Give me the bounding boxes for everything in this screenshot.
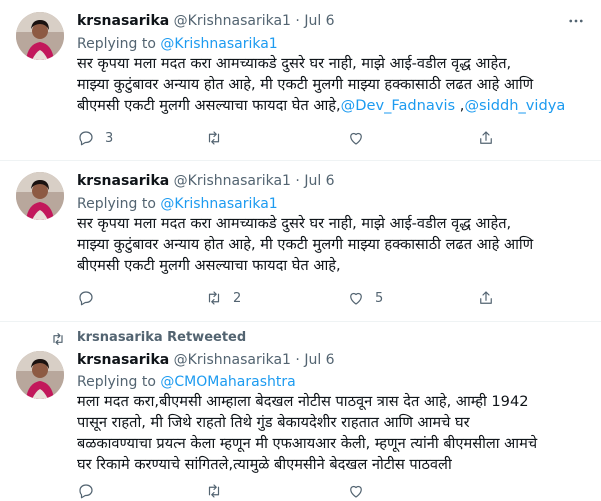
reply-button[interactable]: 3 bbox=[77, 128, 113, 148]
like-icon bbox=[350, 485, 362, 498]
tweet-date[interactable]: Jul 6 bbox=[304, 352, 334, 368]
replying-mention[interactable]: @CMOMaharashtra bbox=[160, 374, 295, 390]
tweet-text-line: घर रिकामे करण्याचे सांगितले,त्यामुळे बीए… bbox=[77, 456, 452, 473]
author-handle[interactable]: @Krishnasarika1 bbox=[174, 173, 291, 189]
tweet-date[interactable]: Jul 6 bbox=[304, 173, 334, 189]
retweet-count: 2 bbox=[233, 290, 242, 306]
replying-label: Replying to bbox=[77, 374, 156, 390]
reply-icon bbox=[79, 131, 93, 146]
author-handle[interactable]: @Krishnasarika1 bbox=[174, 352, 291, 368]
like-button[interactable]: 5 bbox=[347, 288, 383, 308]
tweet-actions: 3 bbox=[77, 128, 497, 148]
date-separator: · bbox=[295, 173, 300, 189]
retweeted-by[interactable]: krsnasarika Retweeted bbox=[77, 330, 246, 346]
like-count: 5 bbox=[375, 290, 384, 306]
tweet-text: मला मदत करा,बीएमसी आम्हाला बेदखल नोटीस प… bbox=[77, 391, 592, 475]
like-button[interactable] bbox=[347, 481, 365, 501]
reply-count: 3 bbox=[105, 130, 114, 146]
share-icon bbox=[480, 131, 492, 144]
mention-link[interactable]: @siddh_vidya bbox=[464, 97, 565, 114]
reply-button[interactable] bbox=[77, 288, 105, 308]
avatar[interactable] bbox=[16, 351, 64, 399]
tweet-text-line: मला मदत करा,बीएमसी आम्हाला बेदखल नोटीस प… bbox=[77, 393, 529, 410]
date-separator: · bbox=[295, 352, 300, 368]
tweet-text: सर कृपया मला मदत करा आमच्याकडे दुसरे घर … bbox=[77, 213, 592, 276]
like-button[interactable] bbox=[347, 128, 375, 148]
tweet-text-line: सर कृपया मला मदत करा आमच्याकडे दुसरे घर … bbox=[77, 215, 512, 232]
tweet-text-line: बळकावण्याचा प्रयत्न केला म्हणून मी एफआयआ… bbox=[77, 435, 538, 452]
tweet-date[interactable]: Jul 6 bbox=[304, 13, 334, 29]
retweet-icon bbox=[208, 291, 220, 305]
replying-mention[interactable]: @Krishnasarika1 bbox=[160, 36, 277, 52]
replying-label: Replying to bbox=[77, 196, 156, 212]
tweet-text-line: माझ्या कुटुंबावर अन्याय होत आहे, मी एकटी… bbox=[77, 76, 534, 93]
reply-icon bbox=[79, 291, 93, 306]
tweet-text-line: सर कृपया मला मदत करा आमच्याकडे दुसरे घर … bbox=[77, 55, 512, 72]
author-name[interactable]: krsnasarika bbox=[77, 13, 169, 29]
retweet-icon bbox=[208, 484, 220, 498]
tweet-3[interactable]: krsnasarika Retweeted krsnasarika @Krish… bbox=[0, 321, 601, 499]
mention-link[interactable]: @Dev_Fadnavis bbox=[341, 97, 456, 114]
tweet-2[interactable]: krsnasarika @Krishnasarika1 · Jul 6 Repl… bbox=[0, 160, 601, 321]
tweet-1[interactable]: krsnasarika @Krishnasarika1 · Jul 6 Repl… bbox=[0, 0, 601, 160]
tweet-text: सर कृपया मला मदत करा आमच्याकडे दुसरे घर … bbox=[77, 53, 592, 116]
retweet-button[interactable]: 2 bbox=[205, 288, 241, 308]
tweet-header: krsnasarika @Krishnasarika1 · Jul 6 bbox=[77, 172, 335, 190]
tweet-actions: 2 5 bbox=[77, 288, 497, 308]
date-separator: · bbox=[295, 13, 300, 29]
more-icon[interactable] bbox=[567, 12, 585, 30]
tweet-text-line: बीएमसी एकटी मुलगी असल्याचा फायदा घेत आहे… bbox=[77, 95, 592, 116]
retweet-icon bbox=[208, 131, 220, 145]
tweet-text-line: बीएमसी एकटी मुलगी असल्याचा फायदा घेत आहे… bbox=[77, 257, 341, 274]
replying-label: Replying to bbox=[77, 36, 156, 52]
avatar[interactable] bbox=[16, 172, 64, 220]
retweet-button[interactable] bbox=[205, 128, 233, 148]
share-button[interactable] bbox=[477, 128, 495, 148]
tweet-text-line: पासून राहतो, मी जिथे राहतो तिथे गुंड बेक… bbox=[77, 414, 470, 431]
replying-mention[interactable]: @Krishnasarika1 bbox=[160, 196, 277, 212]
replying-to: Replying to @CMOMaharashtra bbox=[77, 373, 296, 391]
author-name[interactable]: krsnasarika bbox=[77, 352, 169, 368]
retweet-icon bbox=[50, 331, 66, 347]
share-icon bbox=[480, 291, 492, 304]
like-icon bbox=[350, 132, 362, 145]
tweet-text-fragment: बीएमसी एकटी मुलगी असल्याचा फायदा घेत आहे… bbox=[77, 97, 341, 114]
tweet-actions bbox=[77, 481, 497, 501]
share-button[interactable] bbox=[477, 288, 495, 308]
like-icon bbox=[350, 292, 362, 305]
author-handle[interactable]: @Krishnasarika1 bbox=[174, 13, 291, 29]
author-name[interactable]: krsnasarika bbox=[77, 173, 169, 189]
replying-to: Replying to @Krishnasarika1 bbox=[77, 35, 278, 53]
avatar[interactable] bbox=[16, 12, 64, 60]
tweet-header: krsnasarika @Krishnasarika1 · Jul 6 bbox=[77, 12, 335, 30]
tweet-header: krsnasarika @Krishnasarika1 · Jul 6 bbox=[77, 351, 335, 369]
reply-icon bbox=[79, 484, 93, 499]
replying-to: Replying to @Krishnasarika1 bbox=[77, 195, 278, 213]
reply-button[interactable] bbox=[77, 481, 95, 501]
tweet-text-line: माझ्या कुटुंबावर अन्याय होत आहे, मी एकटी… bbox=[77, 236, 534, 253]
retweet-button[interactable] bbox=[205, 481, 223, 501]
